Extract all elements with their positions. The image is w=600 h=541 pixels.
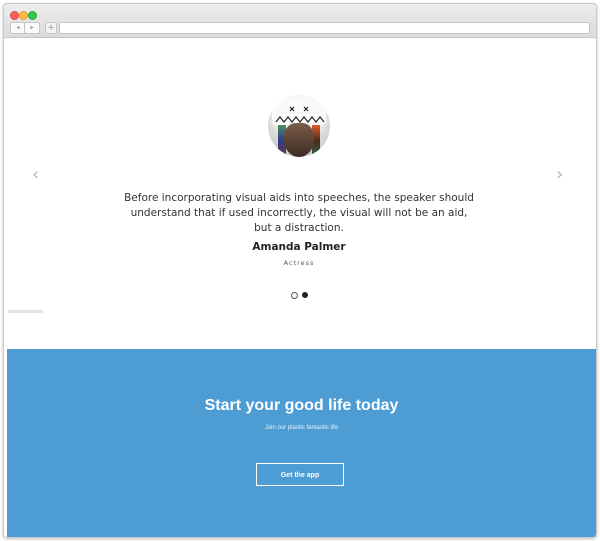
next-slide-arrow-icon[interactable]: › — [556, 166, 563, 184]
browser-window: ◂ ▸ + ‹ › Before incorporating visual ai… — [3, 3, 597, 538]
testimonial-role: Actress — [283, 259, 315, 267]
close-window-button[interactable] — [10, 11, 19, 20]
testimonial-author: Amanda Palmer — [252, 241, 346, 253]
slider-dot-2-active[interactable] — [302, 292, 308, 298]
testimonial-slider: ‹ › Before incorporating visual aids int… — [4, 38, 596, 349]
avatar-pattern-icon — [275, 106, 325, 123]
get-the-app-button[interactable]: Get the app — [256, 463, 344, 486]
cta-subtitle: Join our plastic fantastic life — [264, 425, 339, 431]
cta-title: Start your good life today — [204, 397, 399, 414]
new-tab-button[interactable]: + — [45, 22, 57, 34]
author-avatar — [268, 95, 330, 157]
slider-dot-1[interactable] — [291, 292, 298, 299]
address-bar[interactable] — [59, 22, 590, 34]
previous-slide-arrow-icon[interactable]: ‹ — [32, 166, 39, 184]
browser-titlebar: ◂ ▸ + — [4, 4, 596, 38]
forward-button[interactable]: ▸ — [24, 22, 40, 34]
maximize-window-button[interactable] — [28, 11, 37, 20]
slider-progress-bar — [8, 310, 43, 313]
cta-section: Start your good life today Join our plas… — [7, 349, 596, 537]
testimonial-quote: Before incorporating visual aids into sp… — [124, 191, 474, 234]
minimize-window-button[interactable] — [19, 11, 28, 20]
page-content: ‹ › Before incorporating visual aids int… — [4, 38, 596, 537]
